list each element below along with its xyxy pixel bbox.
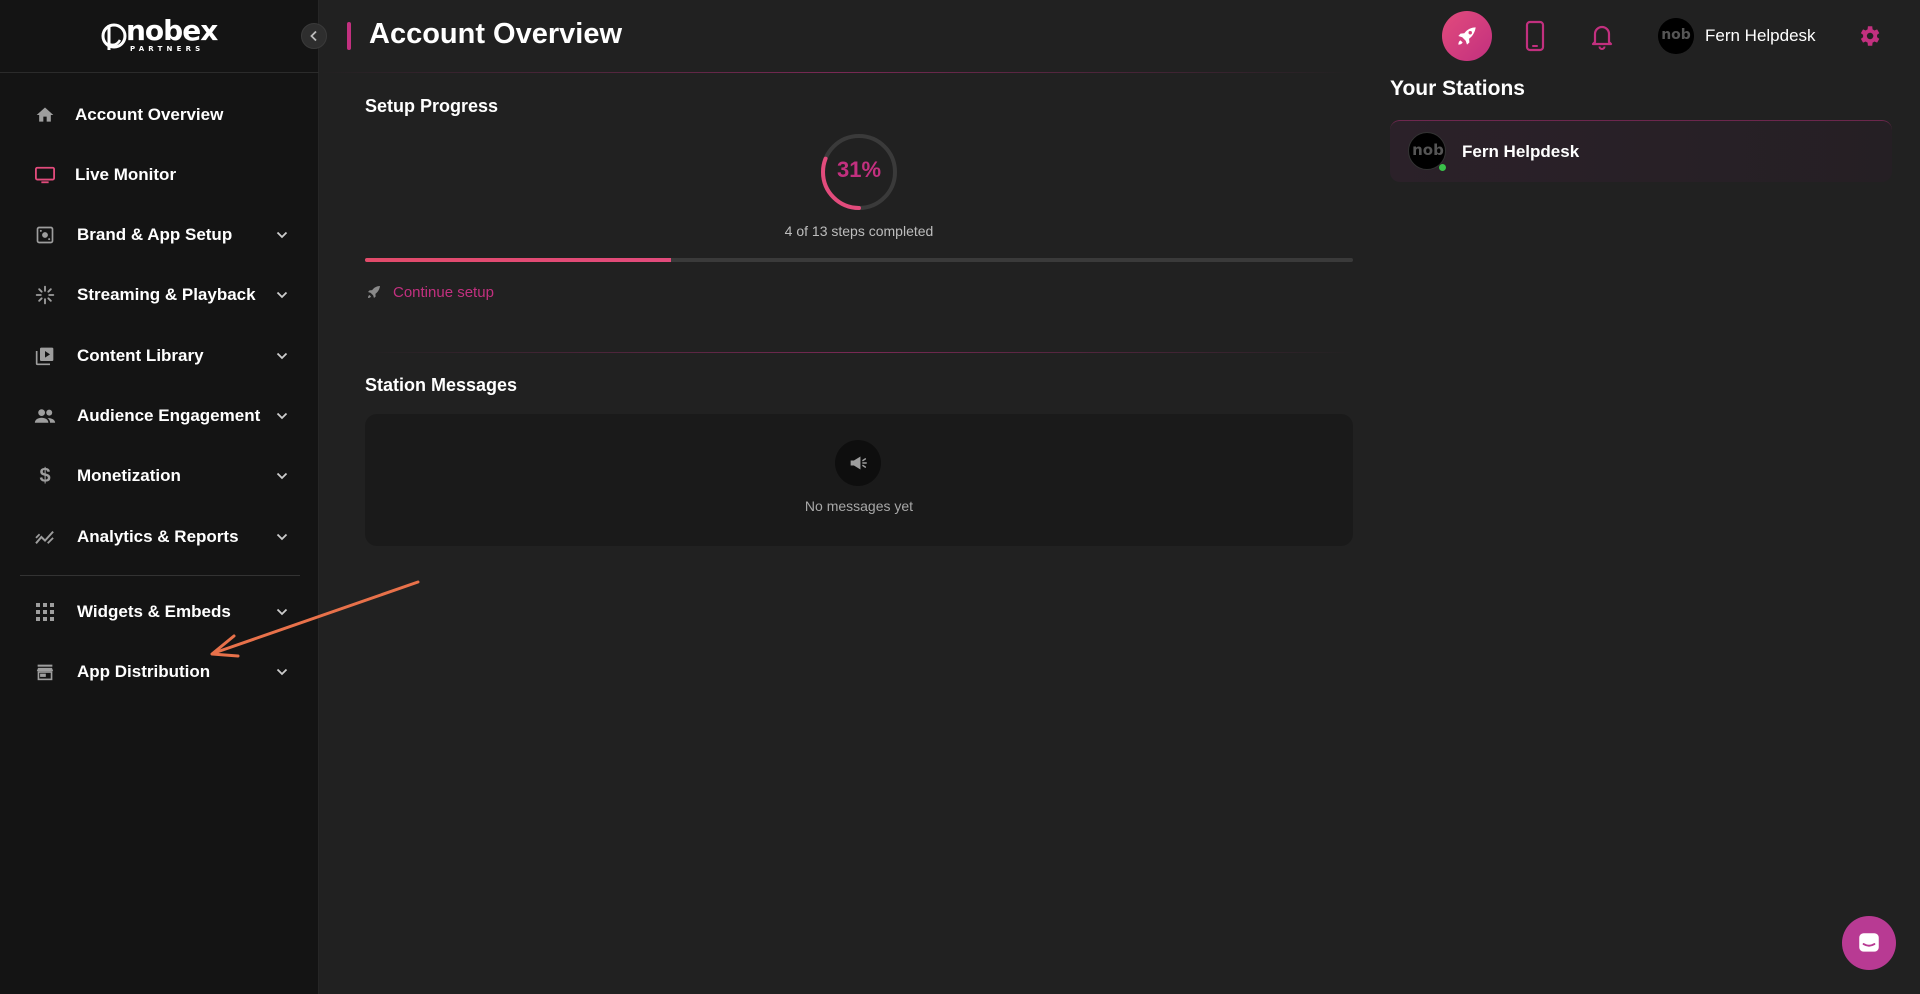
people-icon [33,404,57,428]
notifications-button[interactable] [1589,22,1615,50]
avatar-logo-text: nob [1661,27,1691,43]
sidebar-item-content-library[interactable]: Content Library [20,334,300,378]
brand-setup-icon [33,223,57,247]
rocket-icon [368,286,380,298]
user-name[interactable]: Fern Helpdesk [1705,26,1816,46]
nobex-logo[interactable]: nobex PARTNERS [100,14,220,54]
page-title: Account Overview [369,18,623,50]
streaming-icon [33,283,57,307]
chevron-down-icon[interactable] [274,529,290,545]
continue-setup-link[interactable]: Continue setup [365,283,494,301]
annotation-arrow [210,580,420,658]
home-icon [33,103,57,127]
station-logo-text: nob [1412,141,1444,159]
sidebar-item-label: Audience Engagement [77,406,261,425]
sidebar-item-label: Streaming & Playback [77,285,256,304]
chevron-down-icon[interactable] [274,287,290,303]
station-card[interactable]: nob Fern Helpdesk [1390,120,1892,182]
progress-bar-fill [365,258,672,262]
logo-wordmark: nobex [126,14,218,47]
sidebar: nobex PARTNERS Account Overview Live Mon… [0,0,319,994]
chevron-down-icon[interactable] [274,227,290,243]
sidebar-item-account-overview[interactable]: Account Overview [20,93,300,137]
sidebar-item-label: Analytics & Reports [77,527,239,546]
title-accent-bar [347,22,351,50]
steps-completed-text: 4 of 13 steps completed [784,223,934,239]
monitor-icon [33,163,57,187]
rocket-button[interactable] [1442,11,1492,61]
header-divider [320,72,1350,73]
sidebar-item-monetization[interactable]: $ Monetization [20,454,300,498]
bell-icon [1591,25,1613,50]
chat-launcher-button[interactable] [1842,916,1896,970]
sidebar-item-label: Brand & App Setup [77,225,233,244]
megaphone-icon [835,440,881,486]
sidebar-item-label: Account Overview [75,105,224,124]
logo-subtitle: PARTNERS [130,45,205,53]
sidebar-item-audience-engagement[interactable]: Audience Engagement [20,394,300,438]
online-status-dot [1438,163,1447,172]
sidebar-item-label: Live Monitor [75,165,177,184]
section-divider [365,352,1353,353]
grid-icon [33,600,57,624]
gear-icon [1860,26,1880,46]
sidebar-item-streaming-playback[interactable]: Streaming & Playback [20,273,300,317]
chevron-down-icon[interactable] [274,468,290,484]
chevron-down-icon[interactable] [274,348,290,364]
rocket-icon [1458,27,1476,45]
chevron-left-icon [310,30,317,42]
messages-panel: No messages yet [365,414,1353,546]
sidebar-item-live-monitor[interactable]: Live Monitor [20,153,300,197]
progress-percent: 31% [836,157,882,182]
empty-messages-text: No messages yet [804,498,914,514]
station-logo-icon: nob [1658,18,1694,54]
chevron-down-icon[interactable] [274,408,290,424]
sidebar-item-brand-app-setup[interactable]: Brand & App Setup [20,213,300,257]
video-library-icon [33,344,57,368]
chart-icon [33,525,57,549]
dollar-icon: $ [39,464,51,487]
settings-button[interactable] [1856,23,1882,49]
stations-title: Your Stations [1390,77,1525,100]
progress-bar [365,258,1353,262]
station-messages-title: Station Messages [365,375,518,395]
sidebar-item-label: Content Library [77,346,204,365]
station-name: Fern Helpdesk [1462,142,1580,161]
sidebar-item-analytics-reports[interactable]: Analytics & Reports [20,515,300,559]
setup-progress-title: Setup Progress [365,96,499,116]
sidebar-item-label: Monetization [77,466,181,485]
store-icon [33,660,57,684]
continue-setup-label: Continue setup [393,283,494,301]
phone-icon [1525,20,1545,52]
chat-icon [1859,933,1879,952]
sidebar-divider [0,72,319,73]
mobile-preview-button[interactable] [1522,20,1548,52]
avatar[interactable]: nob [1658,18,1694,54]
